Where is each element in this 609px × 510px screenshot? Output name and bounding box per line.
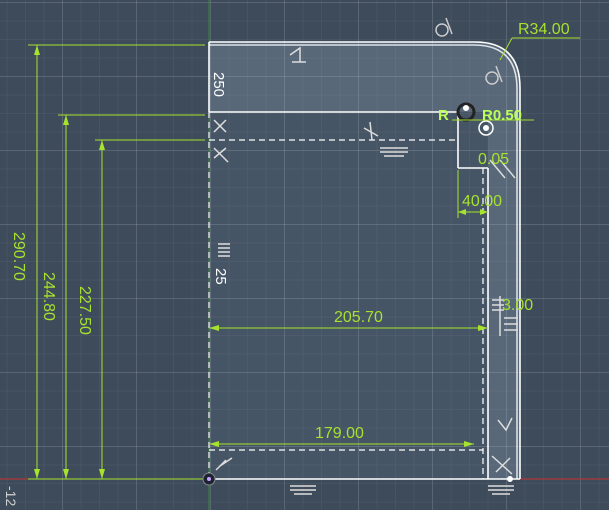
dim-radius-inner[interactable]: R0.50 <box>482 107 522 124</box>
upper-band-fill <box>209 42 520 112</box>
dim-inner-height[interactable]: 244.80 <box>40 272 57 321</box>
dim-radius-outer[interactable]: R34.00 <box>518 21 570 38</box>
dim-small[interactable]: 0.05 <box>478 151 509 168</box>
symbol-25: 25 <box>212 268 229 285</box>
end-point[interactable] <box>507 476 513 482</box>
dim-lower-height[interactable]: 227.50 <box>76 286 93 335</box>
dim-total-height[interactable]: 290.70 <box>10 232 27 281</box>
dim-width-upper[interactable]: 205.70 <box>334 309 383 326</box>
symbol-250: 250 <box>210 72 227 97</box>
axis-origin-label: -12 <box>3 486 19 506</box>
dim-leg-width[interactable]: 40.00 <box>462 193 502 210</box>
dim-width-lower[interactable]: 179.00 <box>315 425 364 442</box>
sketch-drawing[interactable]: R34.00 R R0.50 0.05 40.00 205.70 179.00 … <box>0 0 609 510</box>
origin-dot <box>207 477 211 481</box>
sketch-canvas[interactable]: R34.00 R R0.50 0.05 40.00 205.70 179.00 … <box>0 0 609 510</box>
dim-radius-inner-prefix[interactable]: R <box>438 107 449 124</box>
dim-thickness[interactable]: 3.00 <box>502 297 533 314</box>
